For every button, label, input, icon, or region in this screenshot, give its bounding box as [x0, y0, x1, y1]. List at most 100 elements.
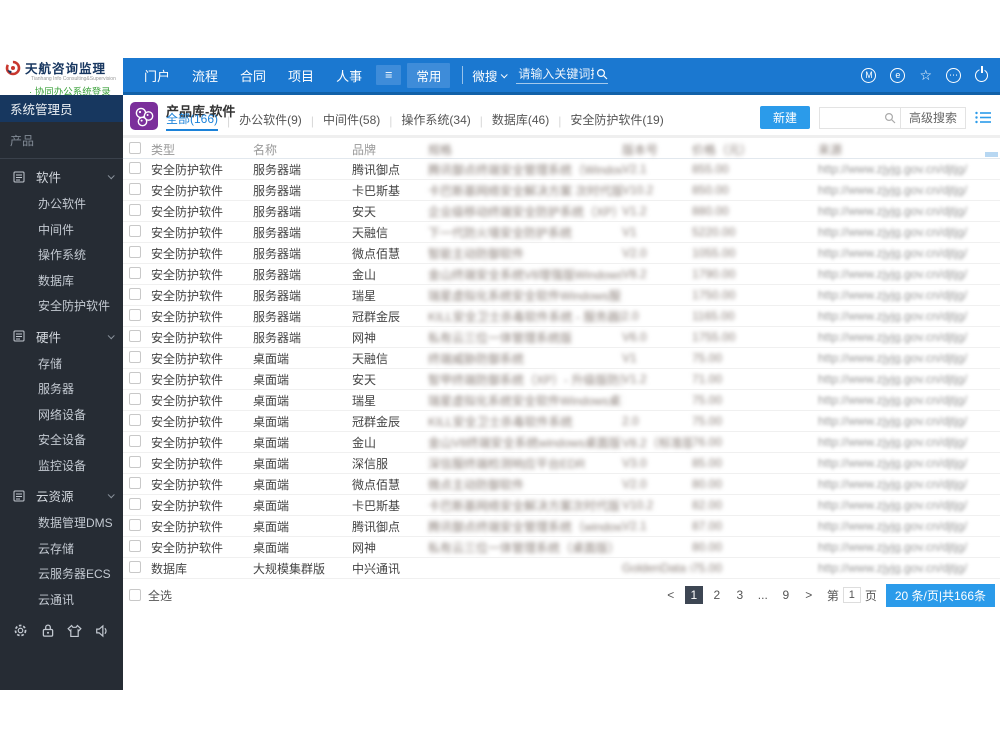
row-checkbox[interactable] [129, 455, 141, 468]
speaker-icon[interactable] [95, 624, 110, 638]
sidebar-item-2-5[interactable]: 监控设备 [0, 454, 123, 480]
prev-page-button[interactable]: < [662, 586, 680, 604]
page-button-2[interactable]: 2 [708, 586, 726, 604]
row-checkbox[interactable] [129, 287, 141, 300]
hamburger-menu-icon[interactable]: ≡ [376, 65, 402, 85]
search-icon[interactable] [596, 68, 608, 80]
cell-source: http://www.zjyjg.gov.cn/djtjg/ [818, 162, 968, 176]
cell-version: V2.1 [622, 162, 647, 176]
row-checkbox[interactable] [129, 560, 141, 573]
menu-folder-icon [13, 171, 25, 183]
more-icon[interactable]: ⋯ [946, 67, 961, 83]
sidebar-item-2-2[interactable]: 服务器 [0, 377, 123, 403]
row-checkbox[interactable] [129, 266, 141, 279]
sidebar-item-2-3[interactable]: 网络设备 [0, 403, 123, 429]
cell-name: 服务器端 [253, 330, 302, 345]
row-checkbox[interactable] [129, 518, 141, 531]
select-all-checkbox[interactable] [129, 589, 141, 601]
favorite-star-icon[interactable]: ☆ [919, 68, 932, 82]
page-button-3[interactable]: 3 [731, 586, 749, 604]
tab-5[interactable]: 数据库(46) [492, 111, 549, 130]
sidebar-group-3[interactable]: 云资源 [0, 482, 123, 509]
header-checkbox[interactable] [129, 142, 141, 154]
tab-separator: | [479, 113, 483, 128]
sidebar-item-3-3[interactable]: 云服务器ECS [0, 562, 123, 588]
page-jump-input[interactable]: 1 [842, 587, 861, 603]
row-checkbox[interactable] [129, 392, 141, 405]
header-actions: 新建 高级搜索 [759, 106, 992, 129]
nav-item-3[interactable]: 合同 [240, 66, 266, 85]
settings-gear-icon[interactable] [13, 623, 28, 638]
nav-item-1[interactable]: 门户 [144, 66, 170, 85]
tab-4[interactable]: 操作系统(34) [401, 111, 470, 130]
sidebar-item-3-1[interactable]: 数据管理DMS [0, 511, 123, 537]
message-icon[interactable]: e [890, 67, 906, 83]
global-search-input[interactable] [516, 66, 597, 82]
company-logo-icon [5, 60, 21, 76]
page-button-1[interactable]: 1 [684, 586, 703, 604]
row-checkbox[interactable] [129, 350, 141, 363]
sidebar-group-label: 云资源 [36, 490, 74, 504]
nav-item-5[interactable]: 人事 [336, 66, 362, 85]
row-checkbox[interactable] [129, 203, 141, 216]
sidebar-group-2[interactable]: 硬件 [0, 323, 123, 350]
new-button[interactable]: 新建 [759, 106, 810, 129]
sidebar-item-1-3[interactable]: 操作系统 [0, 243, 123, 269]
sidebar-item-1-4[interactable]: 数据库 [0, 269, 123, 295]
tab-3[interactable]: 中间件(58) [323, 111, 380, 130]
row-checkbox[interactable] [129, 413, 141, 426]
power-icon[interactable] [975, 68, 988, 82]
tab-6[interactable]: 安全防护软件(19) [570, 111, 663, 130]
row-checkbox[interactable] [129, 245, 141, 258]
table-search-input[interactable] [819, 110, 880, 125]
sidebar-item-3-4[interactable]: 云通讯 [0, 588, 123, 614]
sidebar-item-3-2[interactable]: 云存储 [0, 537, 123, 563]
row-checkbox[interactable] [129, 434, 141, 447]
tab-1[interactable]: 全部(166) [166, 110, 219, 131]
table-search-icon[interactable] [880, 112, 900, 124]
page-size-total-info[interactable]: 20 条/页|共166条 [885, 583, 995, 607]
sidebar-group-1[interactable]: 软件 [0, 163, 123, 190]
row-checkbox[interactable] [129, 497, 141, 510]
sidebar-item-2-1[interactable]: 存储 [0, 352, 123, 378]
nav-item-2[interactable]: 流程 [192, 66, 218, 85]
cell-price: 1755.00 [692, 330, 736, 344]
cell-price: 76.00 [692, 435, 723, 449]
row-checkbox[interactable] [129, 308, 141, 321]
cell-type: 安全防护软件 [151, 204, 224, 219]
sidebar-item-1-1[interactable]: 办公软件 [0, 192, 123, 218]
table-row: 安全防护软件 服务器端 天融信 下一代防火墙安全防护系统 V1 5220.00 http:/… [123, 222, 1000, 243]
row-checkbox[interactable] [129, 476, 141, 489]
cell-version: V1.2 [622, 372, 647, 386]
lock-icon[interactable] [41, 623, 55, 638]
scrollbar-thumb[interactable] [985, 152, 998, 157]
row-checkbox[interactable] [129, 224, 141, 237]
advanced-search-button[interactable]: 高级搜索 [899, 107, 965, 128]
logo-area: 天航咨询监理 Tianhang Info Consulting&Supervis… [0, 58, 123, 98]
theme-shirt-icon[interactable] [67, 624, 83, 638]
cell-brand: 腾讯御点 [352, 162, 401, 177]
cell-name: 服务器端 [253, 246, 302, 261]
nav-item-frequently-used[interactable]: 常用 [407, 62, 451, 88]
row-checkbox[interactable] [129, 329, 141, 342]
cell-spec: 深信服终端检测响应平台EDR [428, 456, 586, 471]
row-checkbox[interactable] [129, 539, 141, 552]
row-checkbox[interactable] [129, 371, 141, 384]
row-checkbox[interactable] [129, 182, 141, 195]
tab-2[interactable]: 办公软件(9) [239, 111, 302, 130]
cell-name: 桌面端 [253, 372, 290, 387]
m-badge-icon[interactable]: M [861, 67, 877, 83]
cell-spec: 卡巴斯基网络安全解决方案次时代版（KS防护）- KS5... [428, 498, 622, 513]
sidebar-item-1-2[interactable]: 中间件 [0, 218, 123, 244]
page-button-9[interactable]: 9 [777, 586, 795, 604]
cell-brand: 冠群金辰 [352, 414, 401, 429]
sidebar-item-2-4[interactable]: 安全设备 [0, 428, 123, 454]
next-page-button[interactable]: > [800, 586, 818, 604]
sidebar-item-1-5[interactable]: 安全防护软件 [0, 294, 123, 320]
list-view-icon[interactable] [975, 111, 992, 124]
search-scope-dropdown[interactable]: 微搜 [472, 66, 509, 85]
nav-item-4[interactable]: 项目 [288, 66, 314, 85]
row-checkbox[interactable] [129, 161, 141, 174]
tab-separator: | [389, 113, 393, 128]
table-row: 安全防护软件 服务器端 金山 金山终端安全系统V8增强版Windows服务器版V8.2… [123, 264, 1000, 285]
